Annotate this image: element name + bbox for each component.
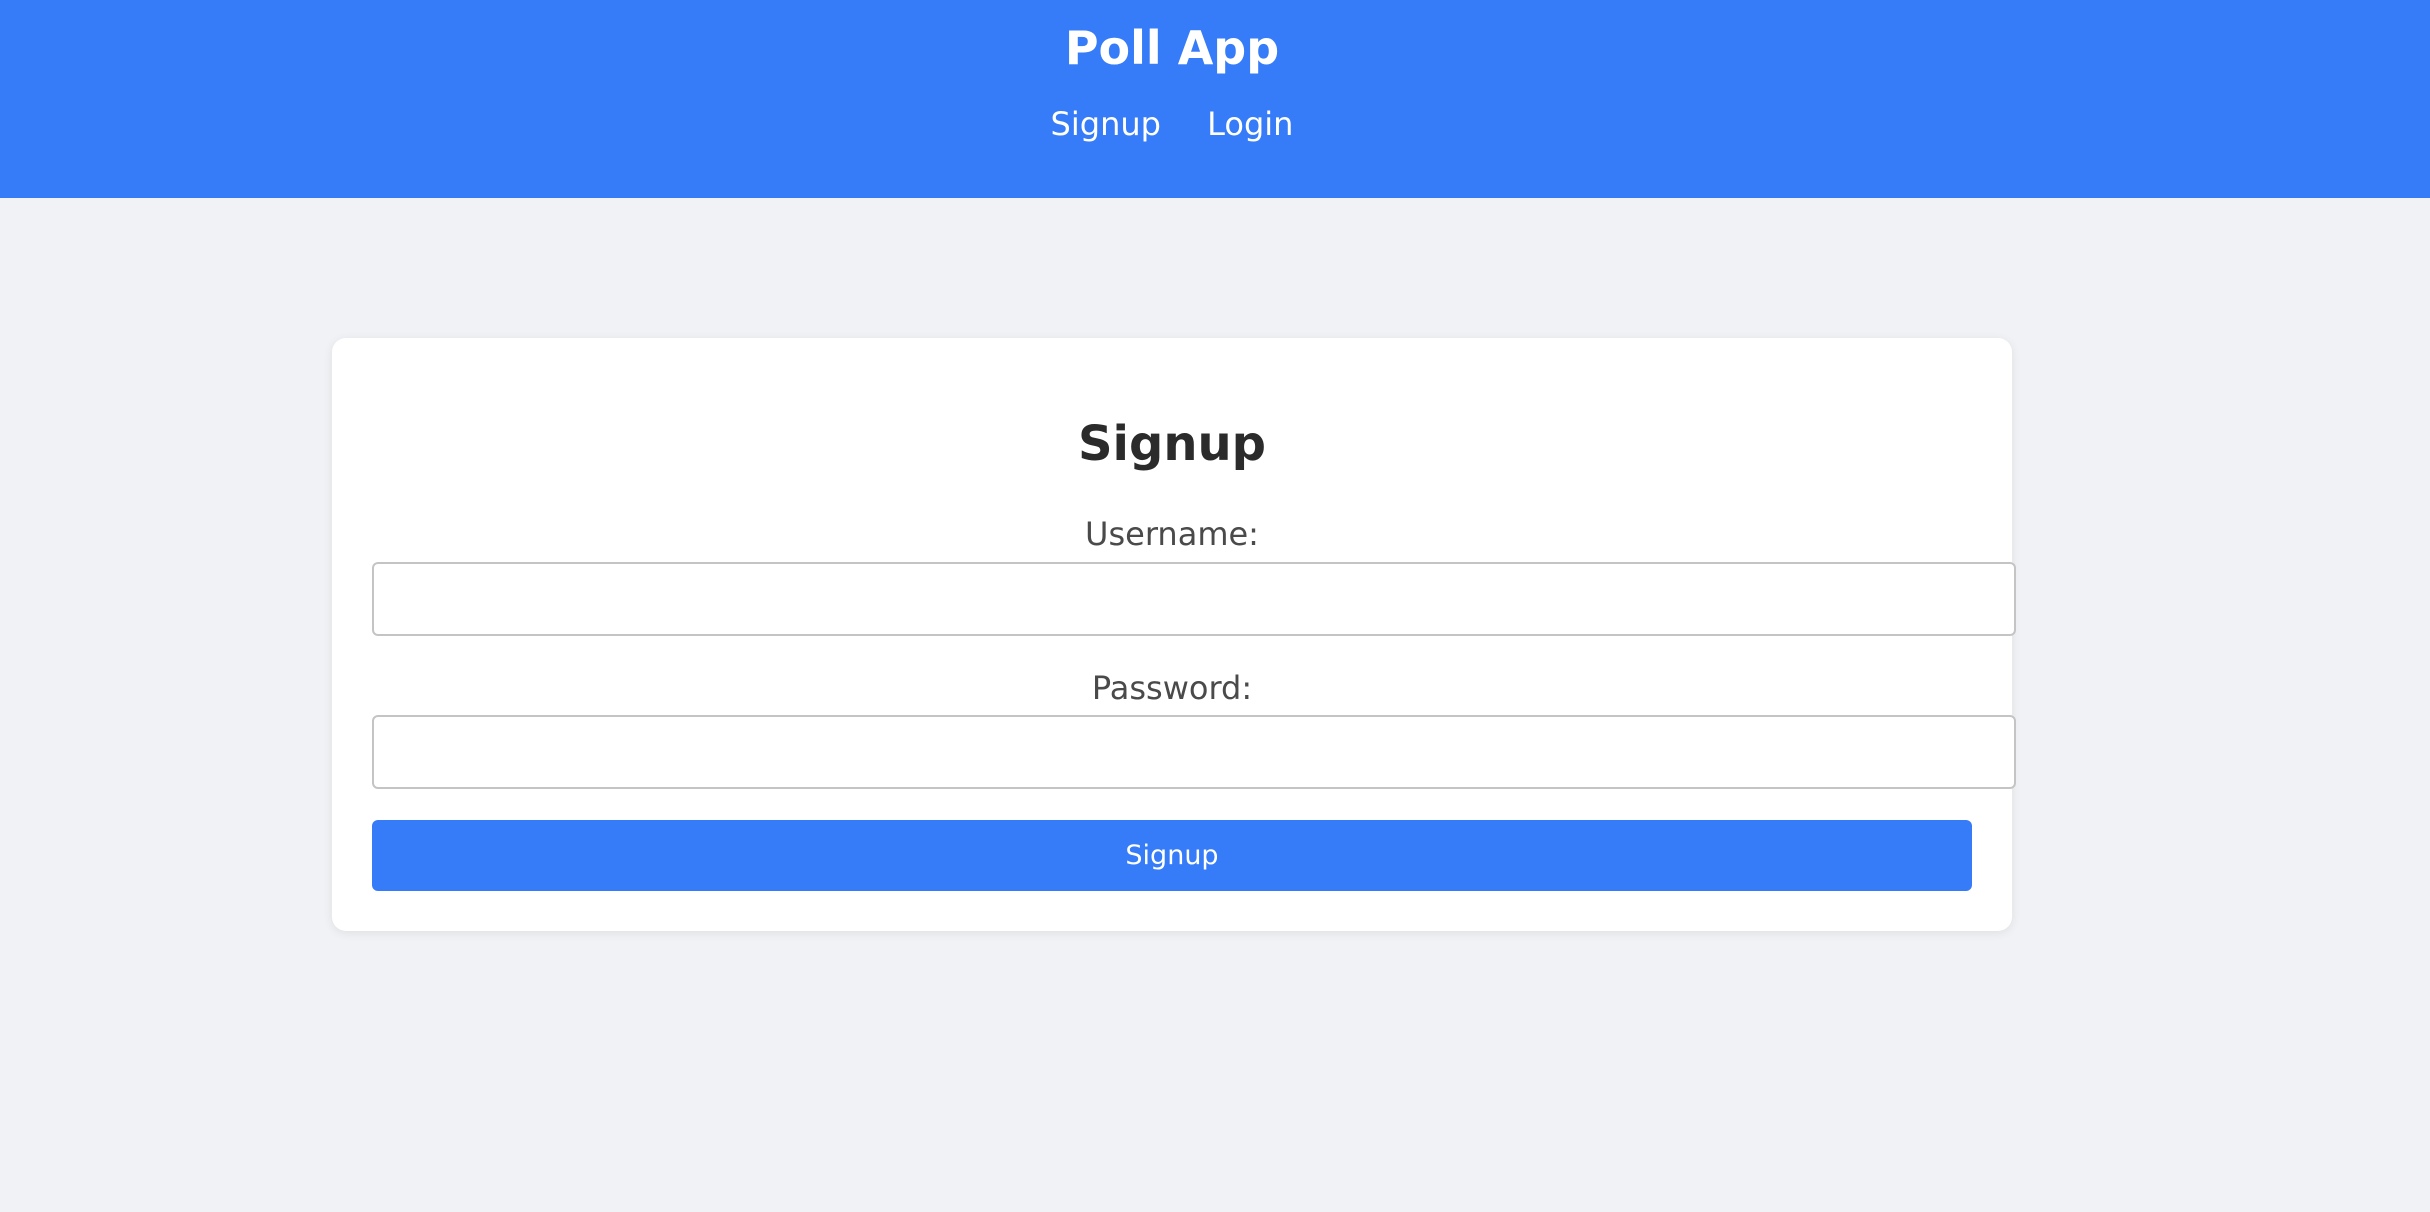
password-input[interactable] [372, 715, 2016, 789]
top-nav: Signup Login [0, 100, 2344, 148]
app-title: Poll App [1064, 21, 1280, 75]
form-title: Signup [1077, 416, 1267, 472]
username-label: Username: [1085, 515, 1259, 553]
app-header: Poll App Signup Login [0, 0, 2430, 198]
nav-login-link[interactable]: Login [1207, 100, 1293, 148]
signup-card: Signup Username: Password: Signup [332, 338, 2016, 931]
nav-signup-link[interactable]: Signup [1051, 100, 1161, 148]
signup-submit-button[interactable]: Signup [372, 820, 1972, 891]
password-label: Password: [1091, 669, 1253, 707]
username-input[interactable] [372, 562, 2016, 636]
